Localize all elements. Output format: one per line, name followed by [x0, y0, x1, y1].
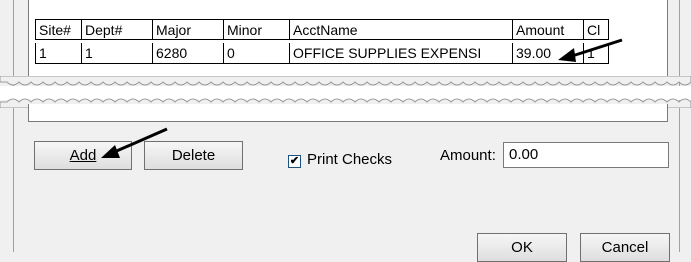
column-header-amount[interactable]: Amount	[513, 19, 584, 40]
window-left-border	[13, 0, 14, 252]
ok-button[interactable]: OK	[477, 233, 567, 262]
column-header-acctname[interactable]: AcctName	[290, 19, 513, 40]
amount-input[interactable]: 0.00	[503, 142, 669, 168]
column-header-cl[interactable]: Cl	[584, 19, 609, 40]
column-header-major[interactable]: Major	[153, 19, 224, 40]
print-checks-checkbox[interactable]: ✔	[288, 155, 301, 168]
column-header-minor[interactable]: Minor	[224, 19, 290, 40]
cancel-button[interactable]: Cancel	[580, 233, 670, 262]
amount-label: Amount:	[440, 147, 496, 164]
window-right-border	[679, 0, 680, 252]
delete-button[interactable]: Delete	[144, 141, 243, 170]
add-button-label: Add	[69, 147, 97, 164]
column-header-site[interactable]: Site#	[35, 19, 82, 40]
cell-major[interactable]: 6280	[153, 43, 224, 64]
distribution-grid[interactable]: Site# Dept# Major Minor AcctName Amount …	[28, 0, 668, 80]
cell-cl[interactable]: 1	[584, 43, 609, 64]
ok-button-label: OK	[511, 239, 533, 256]
cell-amount[interactable]: 39.00	[513, 43, 584, 64]
cell-acctname[interactable]: OFFICE SUPPLIES EXPENSI	[290, 43, 513, 64]
delete-button-label: Delete	[171, 147, 216, 164]
grid-bottom-edge	[28, 104, 668, 122]
add-button[interactable]: Add	[34, 141, 132, 170]
cell-minor[interactable]: 0	[224, 43, 290, 64]
cancel-button-label: Cancel	[601, 239, 649, 256]
torn-edge-top	[0, 76, 691, 86]
print-checks-label: Print Checks	[307, 151, 393, 168]
cell-site[interactable]: 1	[35, 43, 82, 64]
column-header-dept[interactable]: Dept#	[82, 19, 153, 40]
cell-dept[interactable]: 1	[82, 43, 153, 64]
